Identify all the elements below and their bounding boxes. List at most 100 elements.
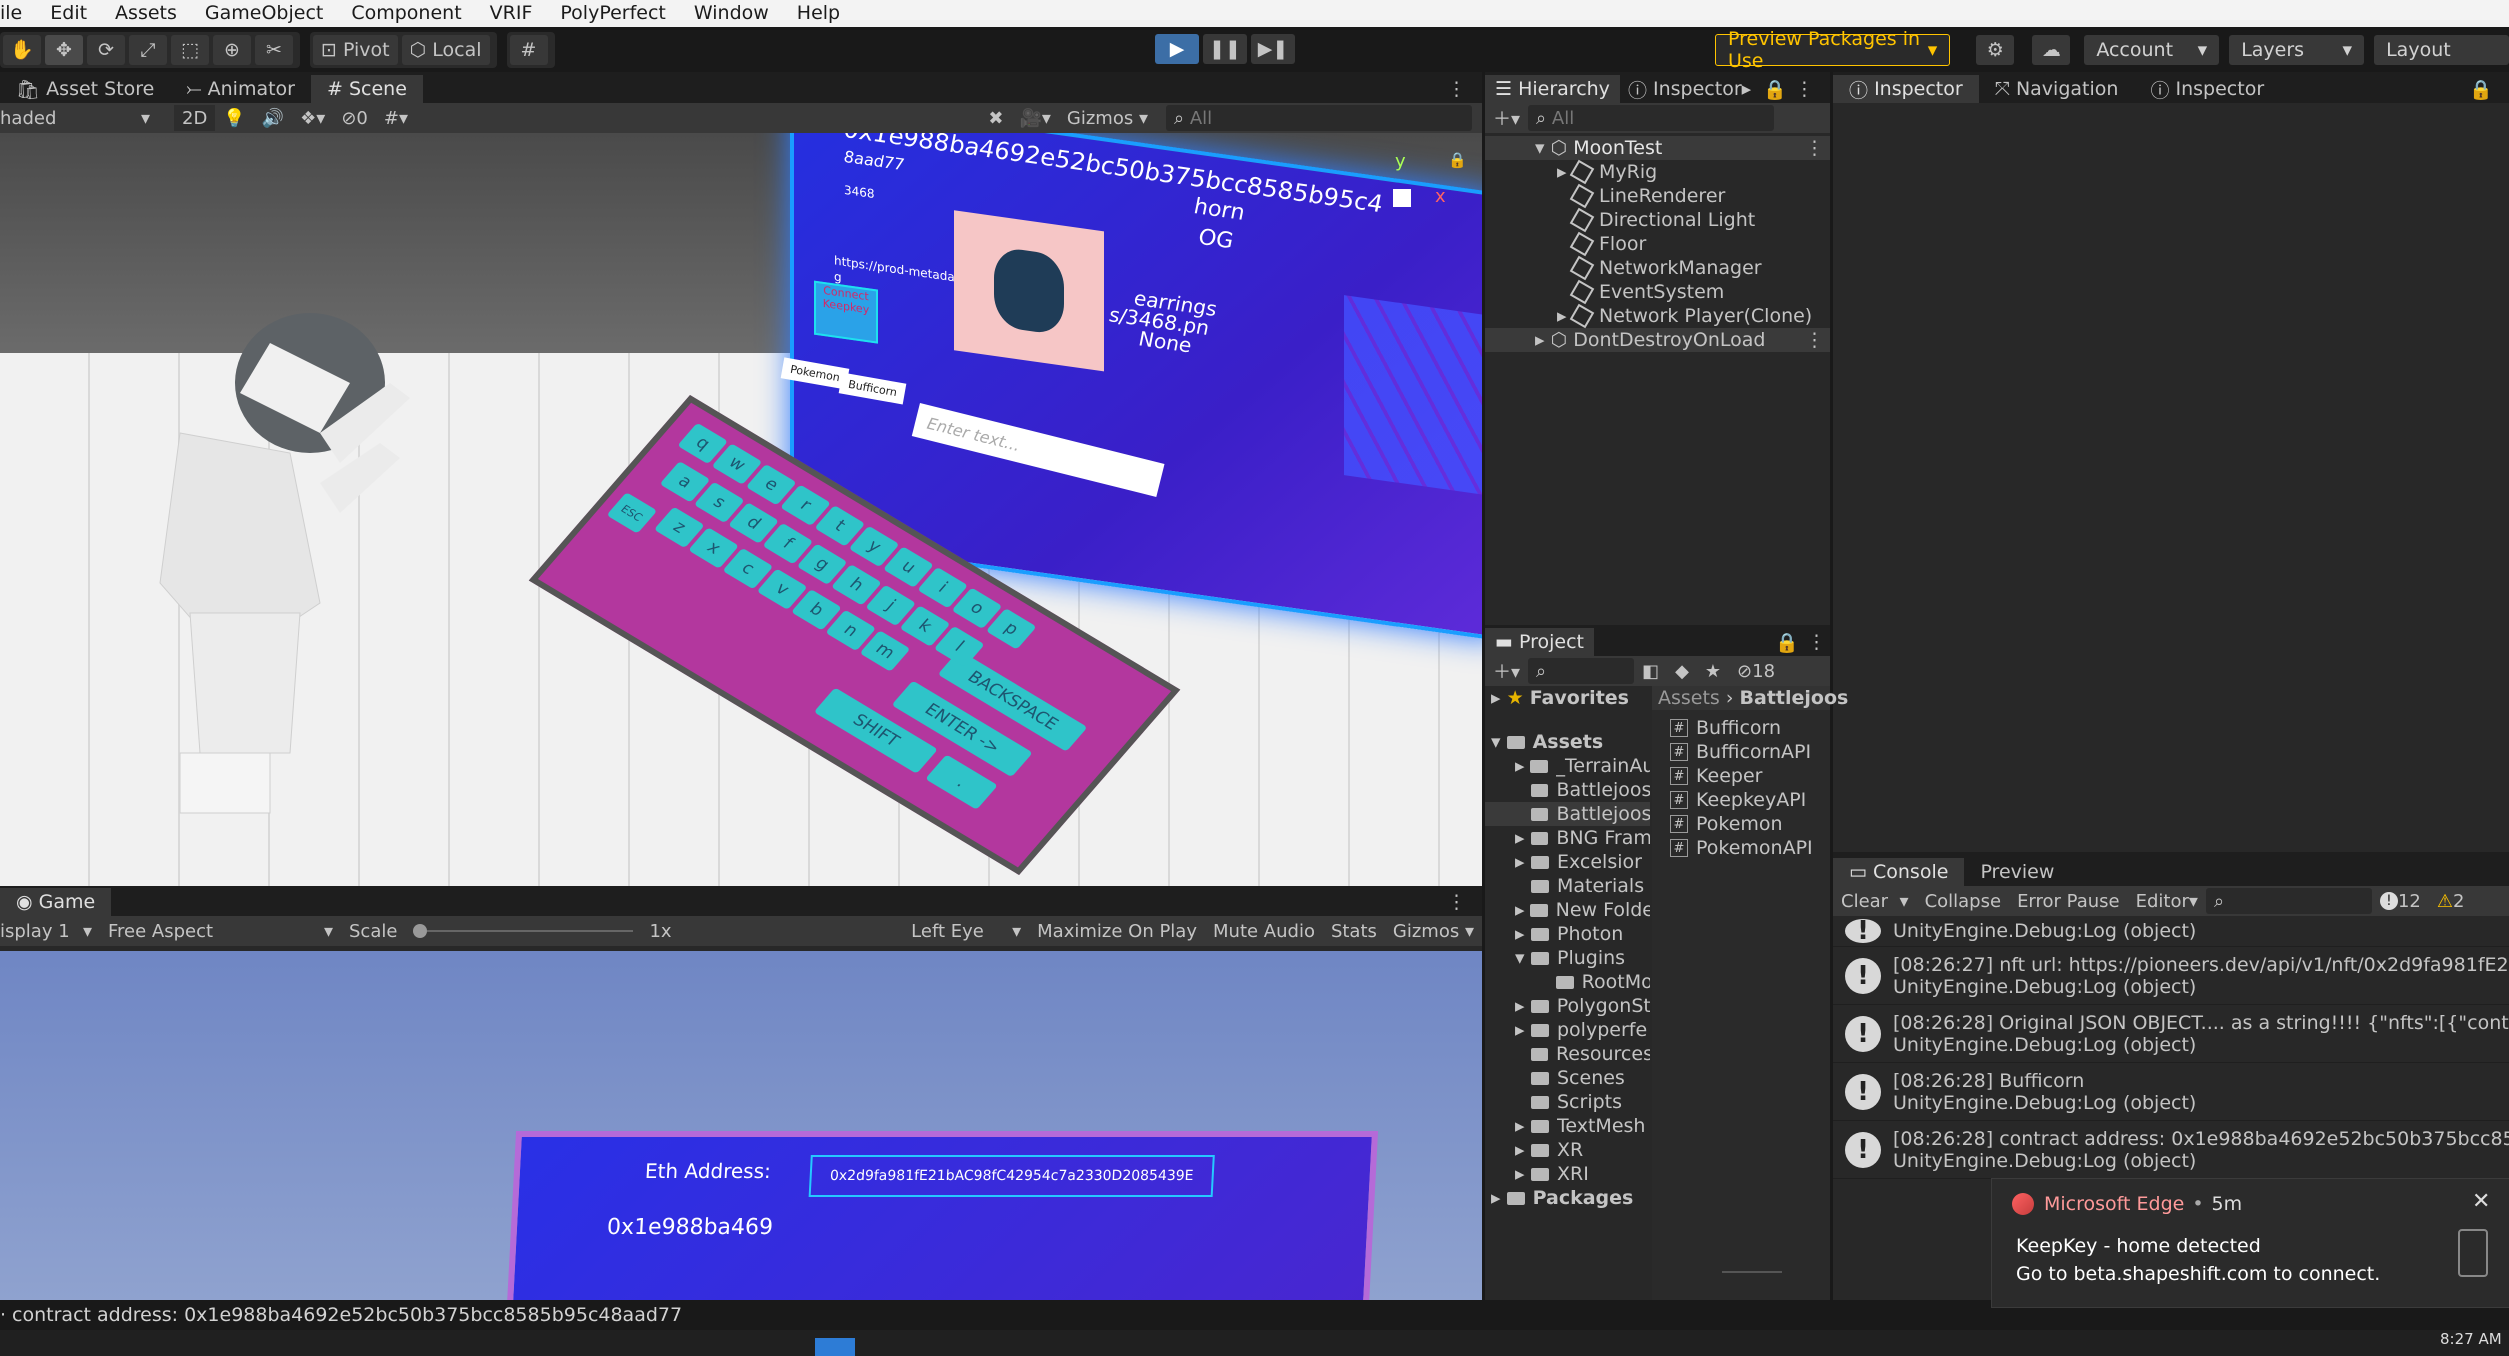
clock[interactable]: 8:27 AM (2440, 1330, 2502, 1348)
tree-item-network-player[interactable]: ▸ Network Player(Clone) (1485, 303, 1830, 329)
play-button[interactable]: ▶ (1155, 34, 1199, 64)
folder-item[interactable]: ▸ XRI (1485, 1162, 1650, 1186)
grid-snap-icon[interactable]: # (509, 34, 548, 65)
scale-tool-icon[interactable]: ⤢ (129, 34, 167, 65)
tab-inspector[interactable]: ⓘ Inspector (1833, 75, 1979, 103)
tab-game[interactable]: ◉ Game (0, 888, 112, 916)
folder-item[interactable]: Scripts (1485, 1090, 1650, 1114)
folder-item[interactable]: Resources (1485, 1042, 1650, 1066)
kebab-menu-icon[interactable]: ⋮ (1431, 888, 1482, 916)
project-search[interactable]: ⌕ (1528, 658, 1635, 684)
warning-filter-toggle[interactable]: ⚠ 2 (2429, 888, 2473, 914)
folder-item[interactable]: ▸ New Folde (1485, 898, 1650, 922)
tree-item-directional-light[interactable]: Directional Light (1485, 207, 1830, 233)
connect-keepkey-button[interactable]: Connect Keepkey (814, 280, 878, 344)
folder-item[interactable]: Battlejoos (1485, 778, 1650, 802)
folder-item[interactable]: ▾ Plugins (1485, 946, 1650, 970)
lock-icon[interactable]: 🔒 (1771, 628, 1803, 656)
console-log-entry[interactable]: ! [08:26:28] contract address: 0x1e988ba4… (1833, 1121, 2509, 1179)
local-toggle[interactable]: ⬡ Local (401, 34, 490, 65)
tab-animator[interactable]: ⤚ Animator (170, 75, 311, 103)
folder-item[interactable]: ▸ Excelsior (1485, 850, 1650, 874)
tab-preview[interactable]: Preview (1964, 858, 2070, 886)
hidden-packages-toggle[interactable]: ⊘ 18 (1729, 658, 1783, 684)
tab-inspector-mini[interactable]: ⓘ Inspector ▸ (1620, 75, 1759, 103)
key-esc[interactable]: ESC (606, 492, 658, 534)
scene-viewport[interactable]: 0x1e988ba4692e52bc50b375bcc8585b95c4 8aa… (0, 133, 1482, 886)
scale-slider[interactable] (405, 918, 641, 944)
favorites-row[interactable]: ▸ ★ Favorites (1485, 686, 1650, 710)
lighting-icon[interactable]: 💡 (215, 105, 253, 131)
file-item[interactable]: # PokemonAPI (1670, 836, 1830, 860)
file-item[interactable]: # BufficornAPI (1670, 740, 1830, 764)
grid-icon[interactable]: #▾ (376, 105, 416, 131)
folder-item[interactable]: ▸ _TerrainAu (1485, 754, 1650, 778)
menu-assets[interactable]: Assets (101, 0, 191, 27)
display-dropdown[interactable]: isplay 1 ▾ (0, 918, 100, 944)
package-manager-icon[interactable]: ⚙ (1976, 35, 2015, 65)
preview-packages-dropdown[interactable]: Preview Packages in Use ▾ (1715, 28, 1951, 72)
add-icon[interactable]: ＋▾ (1485, 658, 1528, 684)
folder-item[interactable]: ▸ BNG Fram (1485, 826, 1650, 850)
scene-row-dontdestroyonload[interactable]: ▸ ⬡ DontDestroyOnLoad ⋮ (1485, 328, 1830, 352)
kebab-menu-icon[interactable]: ⋮ (1805, 329, 1830, 351)
menu-gameobject[interactable]: GameObject (191, 0, 337, 27)
layers-dropdown[interactable]: Layers ▾ (2229, 35, 2365, 65)
cloud-icon[interactable]: ☁ (2032, 35, 2071, 65)
move-tool-icon[interactable]: ✥ (45, 34, 83, 65)
aspect-dropdown[interactable]: Free Aspect ▾ (100, 918, 341, 944)
account-dropdown[interactable]: Account ▾ (2084, 35, 2220, 65)
favorite-star-icon[interactable]: ★ (1697, 658, 1729, 684)
file-item[interactable]: # Keeper (1670, 764, 1830, 788)
lock-icon[interactable]: 🔒 (2453, 75, 2509, 103)
menu-polyperfect[interactable]: PolyPerfect (546, 0, 679, 27)
hierarchy-search[interactable]: ⌕ All (1528, 105, 1775, 131)
tree-item-floor[interactable]: Floor (1485, 231, 1830, 257)
folder-item[interactable]: Battlejoos (1485, 802, 1650, 826)
breadcrumb-child[interactable]: Battlejoos (1740, 687, 1849, 709)
console-search[interactable]: ⌕ (2205, 888, 2372, 914)
step-button[interactable]: ▶❚ (1251, 34, 1295, 64)
tree-item-eventsystem[interactable]: EventSystem (1485, 279, 1830, 305)
folder-item[interactable]: Scenes (1485, 1066, 1650, 1090)
2d-toggle[interactable]: 2D (174, 105, 216, 131)
lock-icon[interactable]: 🔒 (1759, 75, 1791, 103)
file-item[interactable]: # Bufficorn (1670, 716, 1830, 740)
rect-tool-icon[interactable]: ⬚ (171, 34, 209, 65)
maximize-on-play-toggle[interactable]: Maximize On Play (1029, 918, 1205, 944)
menu-file[interactable]: ile (0, 0, 36, 27)
folder-item[interactable]: Materials (1485, 874, 1650, 898)
gizmos-dropdown[interactable]: Gizmos ▾ (1059, 105, 1156, 131)
filter-label-icon[interactable]: ◆ (1667, 658, 1697, 684)
tab-scene[interactable]: # Scene (310, 75, 423, 103)
lock-icon[interactable]: 🔒 (1448, 151, 1467, 169)
folder-item[interactable]: ▸ XR (1485, 1138, 1650, 1162)
folder-item[interactable]: ▸ polyperfe (1485, 1018, 1650, 1042)
edge-notification[interactable]: Microsoft Edge • 5m ✕ KeepKey - home det… (1991, 1178, 2509, 1308)
mute-audio-toggle[interactable]: Mute Audio (1205, 918, 1323, 944)
game-gizmos-dropdown[interactable]: Gizmos ▾ (1385, 918, 1482, 944)
game-viewport[interactable]: Eth Address: 0x2d9fa981fE21bAC98fC42954c… (0, 951, 1482, 1300)
console-log-entry[interactable]: ! [08:26:27] nft url: https://pioneers.de… (1833, 947, 2509, 1005)
editor-dropdown[interactable]: Editor ▾ (2128, 888, 2206, 914)
tab-console[interactable]: ▭ Console (1833, 858, 1965, 886)
tab-hierarchy[interactable]: ☰ Hierarchy (1485, 75, 1620, 103)
custom-tool-icon[interactable]: ✂ (255, 34, 293, 65)
filter-type-icon[interactable]: ◧ (1634, 658, 1667, 684)
kebab-menu-icon[interactable]: ⋮ (1431, 75, 1482, 103)
windows-start-icon[interactable] (815, 1338, 855, 1356)
breadcrumb-root[interactable]: Assets (1658, 687, 1720, 709)
menu-edit[interactable]: Edit (36, 0, 101, 27)
scene-search[interactable]: ⌕ All (1166, 105, 1472, 131)
folder-item[interactable]: RootMo (1485, 970, 1650, 994)
transform-tool-icon[interactable]: ⊕ (213, 34, 251, 65)
console-log-entry[interactable]: ! [08:26:28] Original JSON OBJECT.... as … (1833, 1005, 2509, 1063)
info-filter-toggle[interactable]: ! 12 (2372, 888, 2429, 914)
file-item[interactable]: # Pokemon (1670, 812, 1830, 836)
stats-toggle[interactable]: Stats (1323, 918, 1385, 944)
kebab-menu-icon[interactable]: ⋮ (1791, 75, 1818, 103)
camera-icon[interactable]: 🎥▾ (1011, 105, 1058, 131)
collapse-toggle[interactable]: Collapse (1917, 888, 2010, 914)
menu-vrif[interactable]: VRIF (476, 0, 547, 27)
visibility-toggle[interactable]: ⊘ 0 (333, 105, 376, 131)
